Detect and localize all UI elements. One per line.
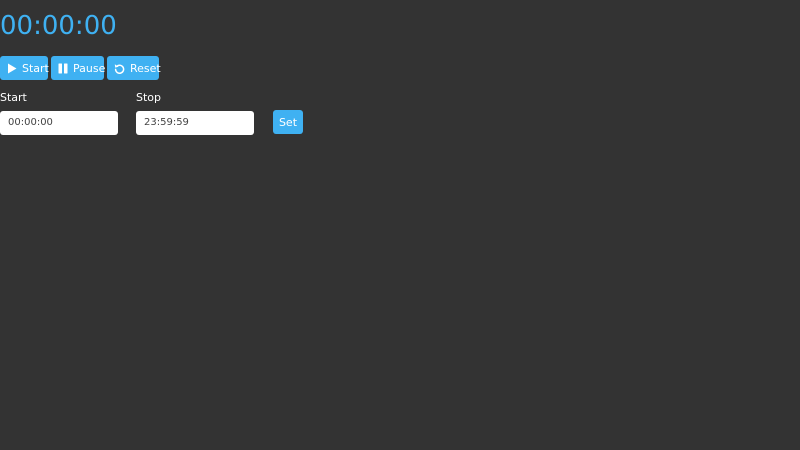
play-icon: [7, 63, 17, 74]
start-time-field: Start: [0, 92, 118, 135]
stop-time-field: Stop: [136, 92, 254, 135]
timer-controls: Start Pause Reset: [0, 56, 161, 80]
pause-icon: [58, 63, 68, 74]
start-button[interactable]: Start: [0, 56, 49, 80]
reset-button-label: Reset: [130, 61, 161, 75]
timer-app: 00:00:00 Start Pause Reset Start 00:00:0…: [0, 0, 800, 450]
start-time-input[interactable]: [0, 110, 118, 135]
reset-button[interactable]: Reset: [107, 56, 161, 80]
timer-display: 00:00:00: [0, 11, 117, 41]
stop-time-label: Stop: [136, 91, 162, 104]
start-button-label: Start: [22, 61, 49, 75]
reset-icon: [114, 63, 125, 74]
stop-time-input[interactable]: [136, 110, 254, 135]
set-button[interactable]: Set: [273, 110, 303, 134]
pause-button[interactable]: Pause: [51, 56, 106, 80]
start-time-label: Start: [0, 91, 27, 104]
pause-button-label: Pause: [73, 61, 106, 75]
